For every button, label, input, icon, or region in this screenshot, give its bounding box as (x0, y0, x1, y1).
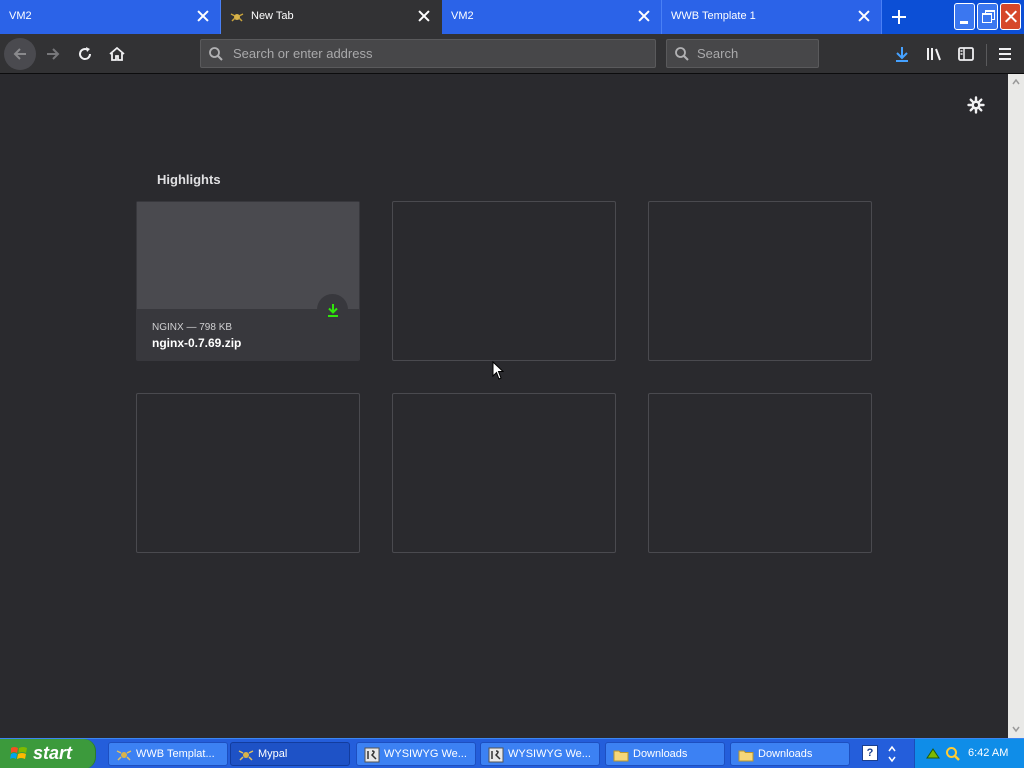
wwb-icon (116, 750, 132, 761)
sidebar-icon (958, 47, 974, 61)
download-arrow-icon (896, 47, 908, 62)
tab-new-tab[interactable]: New Tab (221, 0, 442, 34)
wysiwyg-icon (364, 747, 380, 763)
close-tab-icon[interactable] (417, 9, 431, 23)
forward-arrow-icon (47, 48, 60, 60)
search-icon (209, 47, 223, 61)
card-source: NGINX — 798 KB (152, 322, 233, 333)
taskbar-item-label: WYSIWYG We... (508, 748, 591, 760)
folder-icon (613, 750, 629, 762)
highlight-card-empty (136, 393, 360, 553)
wysiwyg-icon (488, 747, 504, 763)
new-tab-page: Highlights NGINX — 798 KB nginx-0.7.69.z… (0, 74, 1008, 738)
tab-vm2-first[interactable]: VM2 (0, 0, 221, 34)
highlight-card-empty (648, 393, 872, 553)
taskbar-item-wysiwyg-first[interactable]: WYSIWYG We... (356, 742, 476, 766)
windows-taskbar: start WWB Templat... Mypal WYSIWYG We...… (0, 738, 1024, 768)
gear-icon (967, 96, 985, 114)
close-tab-icon[interactable] (196, 9, 210, 23)
library-button[interactable] (918, 38, 950, 70)
close-tab-icon[interactable] (857, 9, 871, 23)
highlight-card-empty (392, 201, 616, 361)
restore-window-button[interactable] (977, 3, 998, 30)
taskbar-item-wysiwyg-second[interactable]: WYSIWYG We... (480, 742, 600, 766)
download-arrow-icon (327, 303, 338, 317)
tab-title: VM2 (451, 10, 474, 22)
taskbar-item-wwb-template[interactable]: WWB Templat... (108, 742, 228, 766)
taskbar-item-label: WYSIWYG We... (384, 748, 467, 760)
highlight-card-download[interactable]: NGINX — 798 KB nginx-0.7.69.zip (136, 201, 360, 361)
home-button[interactable] (101, 38, 133, 70)
search-icon (675, 47, 689, 61)
magnifier-tray-icon[interactable] (945, 746, 961, 762)
download-badge (317, 294, 348, 325)
reload-button[interactable] (69, 38, 101, 70)
card-title: nginx-0.7.69.zip (152, 336, 242, 350)
toolbar-divider (986, 44, 987, 66)
search-bar[interactable] (666, 39, 819, 68)
folder-icon (738, 750, 754, 762)
search-input[interactable] (697, 40, 812, 67)
system-tray: 6:42 AM (914, 739, 1024, 768)
new-tab-plus-icon[interactable] (884, 2, 914, 32)
downloads-button[interactable] (886, 38, 918, 70)
mypal-favicon-icon (230, 13, 244, 22)
close-tab-icon[interactable] (637, 9, 651, 23)
start-label: start (33, 743, 73, 763)
network-icon[interactable] (925, 746, 941, 762)
tab-title: New Tab (251, 10, 294, 22)
tab-vm2-second[interactable]: VM2 (442, 0, 662, 34)
taskbar-scroll-arrows-icon[interactable] (886, 744, 898, 764)
customize-gear-icon[interactable] (965, 94, 987, 116)
card-preview-image (137, 202, 359, 309)
hamburger-menu-icon (999, 48, 1011, 60)
taskbar-clock: 6:42 AM (968, 747, 1009, 759)
highlight-card-empty (392, 393, 616, 553)
navigation-toolbar (0, 34, 1024, 74)
taskbar-item-label: Downloads (758, 748, 813, 760)
close-window-button[interactable] (1000, 3, 1021, 30)
mouse-cursor-icon (492, 361, 504, 380)
menu-button[interactable] (989, 38, 1021, 70)
tab-strip: VM2 New Tab VM2 WWB Template 1 (0, 0, 1024, 34)
vertical-scrollbar[interactable] (1008, 74, 1024, 738)
taskbar-item-mypal[interactable]: Mypal (230, 742, 350, 766)
taskbar-item-downloads-second[interactable]: Downloads (730, 742, 850, 766)
reload-icon (79, 47, 92, 60)
back-button[interactable] (4, 38, 36, 70)
tab-title: WWB Template 1 (671, 10, 756, 22)
taskbar-item-label: WWB Templat... (136, 748, 215, 760)
tab-title: VM2 (9, 10, 32, 22)
url-input[interactable] (233, 40, 643, 67)
highlight-card-empty (648, 201, 872, 361)
taskbar-item-label: Downloads (633, 748, 688, 760)
home-icon (109, 46, 125, 61)
scroll-down-arrow-icon[interactable] (1012, 725, 1020, 733)
back-arrow-icon (13, 48, 26, 60)
help-icon[interactable]: ? (862, 745, 878, 761)
taskbar-item-label: Mypal (258, 748, 288, 760)
library-icon (927, 48, 941, 61)
scroll-up-arrow-icon[interactable] (1012, 78, 1020, 86)
tab-wwb-template[interactable]: WWB Template 1 (662, 0, 882, 34)
url-bar[interactable] (200, 39, 656, 68)
start-button[interactable]: start (0, 739, 96, 768)
forward-button[interactable] (37, 38, 69, 70)
windows-logo-icon (10, 747, 27, 759)
taskbar-item-downloads-first[interactable]: Downloads (605, 742, 725, 766)
sidebar-button[interactable] (950, 38, 982, 70)
mypal-icon (238, 750, 254, 761)
minimize-window-button[interactable] (954, 3, 975, 30)
highlights-section-title: Highlights (157, 172, 221, 187)
